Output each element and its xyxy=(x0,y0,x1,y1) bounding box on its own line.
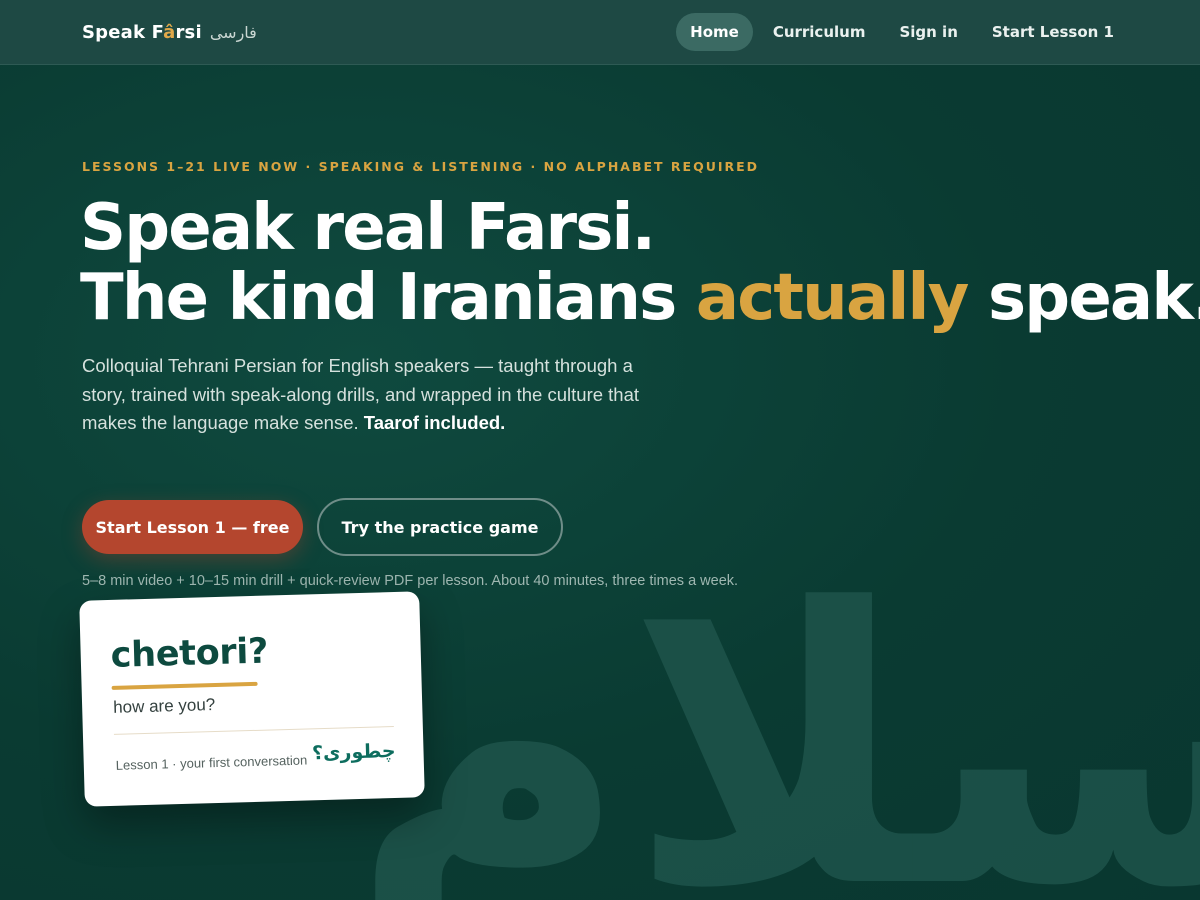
brand-logo[interactable]: Speak Fârsi فارسی xyxy=(82,22,257,43)
phrase-word: chetori? xyxy=(110,631,269,676)
brand-name: Speak Fârsi xyxy=(82,22,202,43)
nav-sign-in[interactable]: Sign in xyxy=(885,13,971,51)
page: سلام Speak Fârsi فارسی Home Curriculum S… xyxy=(0,0,1200,900)
brand-name-prefix: Speak F xyxy=(82,21,164,43)
site-header: Speak Fârsi فارسی Home Curriculum Sign i… xyxy=(0,0,1200,65)
headline-line-2-after: speak. xyxy=(967,261,1200,335)
headline-line-2-before: The kind Iranians xyxy=(80,261,696,335)
hero-description-text: Colloquial Tehrani Persian for English s… xyxy=(82,355,640,433)
hero-description: Colloquial Tehrani Persian for English s… xyxy=(82,352,642,438)
phrase-lesson-label: Lesson 1 · your first conversation xyxy=(115,752,308,773)
phrase-underline xyxy=(111,681,258,690)
brand-farsi: فارسی xyxy=(209,22,257,42)
practice-game-button[interactable]: Try the practice game xyxy=(317,498,563,556)
start-lesson-1-button[interactable]: Start Lesson 1 — free xyxy=(82,500,303,554)
hero-headline: Speak real Farsi. The kind Iranians actu… xyxy=(80,193,1200,333)
headline-line-1: Speak real Farsi. xyxy=(80,191,656,265)
brand-name-suffix: rsi xyxy=(175,21,202,43)
main-nav: Home Curriculum Sign in Start Lesson 1 xyxy=(676,13,1128,51)
phrase-farsi-script: چطوری؟ xyxy=(311,740,396,765)
hero-eyebrow: LESSONS 1–21 LIVE NOW · SPEAKING & LISTE… xyxy=(82,159,760,174)
card-divider xyxy=(113,726,394,735)
headline-accent-word: actually xyxy=(695,261,969,335)
nav-start-lesson-1[interactable]: Start Lesson 1 xyxy=(978,13,1128,51)
salaam-watermark: سلام xyxy=(349,528,1200,900)
phrase-meaning: how are you? xyxy=(112,695,216,717)
brand-name-accent: â xyxy=(163,21,176,43)
nav-curriculum[interactable]: Curriculum xyxy=(759,13,880,51)
nav-home[interactable]: Home xyxy=(676,13,753,51)
lesson-format-note: 5–8 min video + 10–15 min drill + quick-… xyxy=(82,573,739,589)
phrase-card: chetori? how are you? Lesson 1 · your fi… xyxy=(79,591,425,807)
hero-description-emphasis: Taarof included. xyxy=(363,412,506,433)
